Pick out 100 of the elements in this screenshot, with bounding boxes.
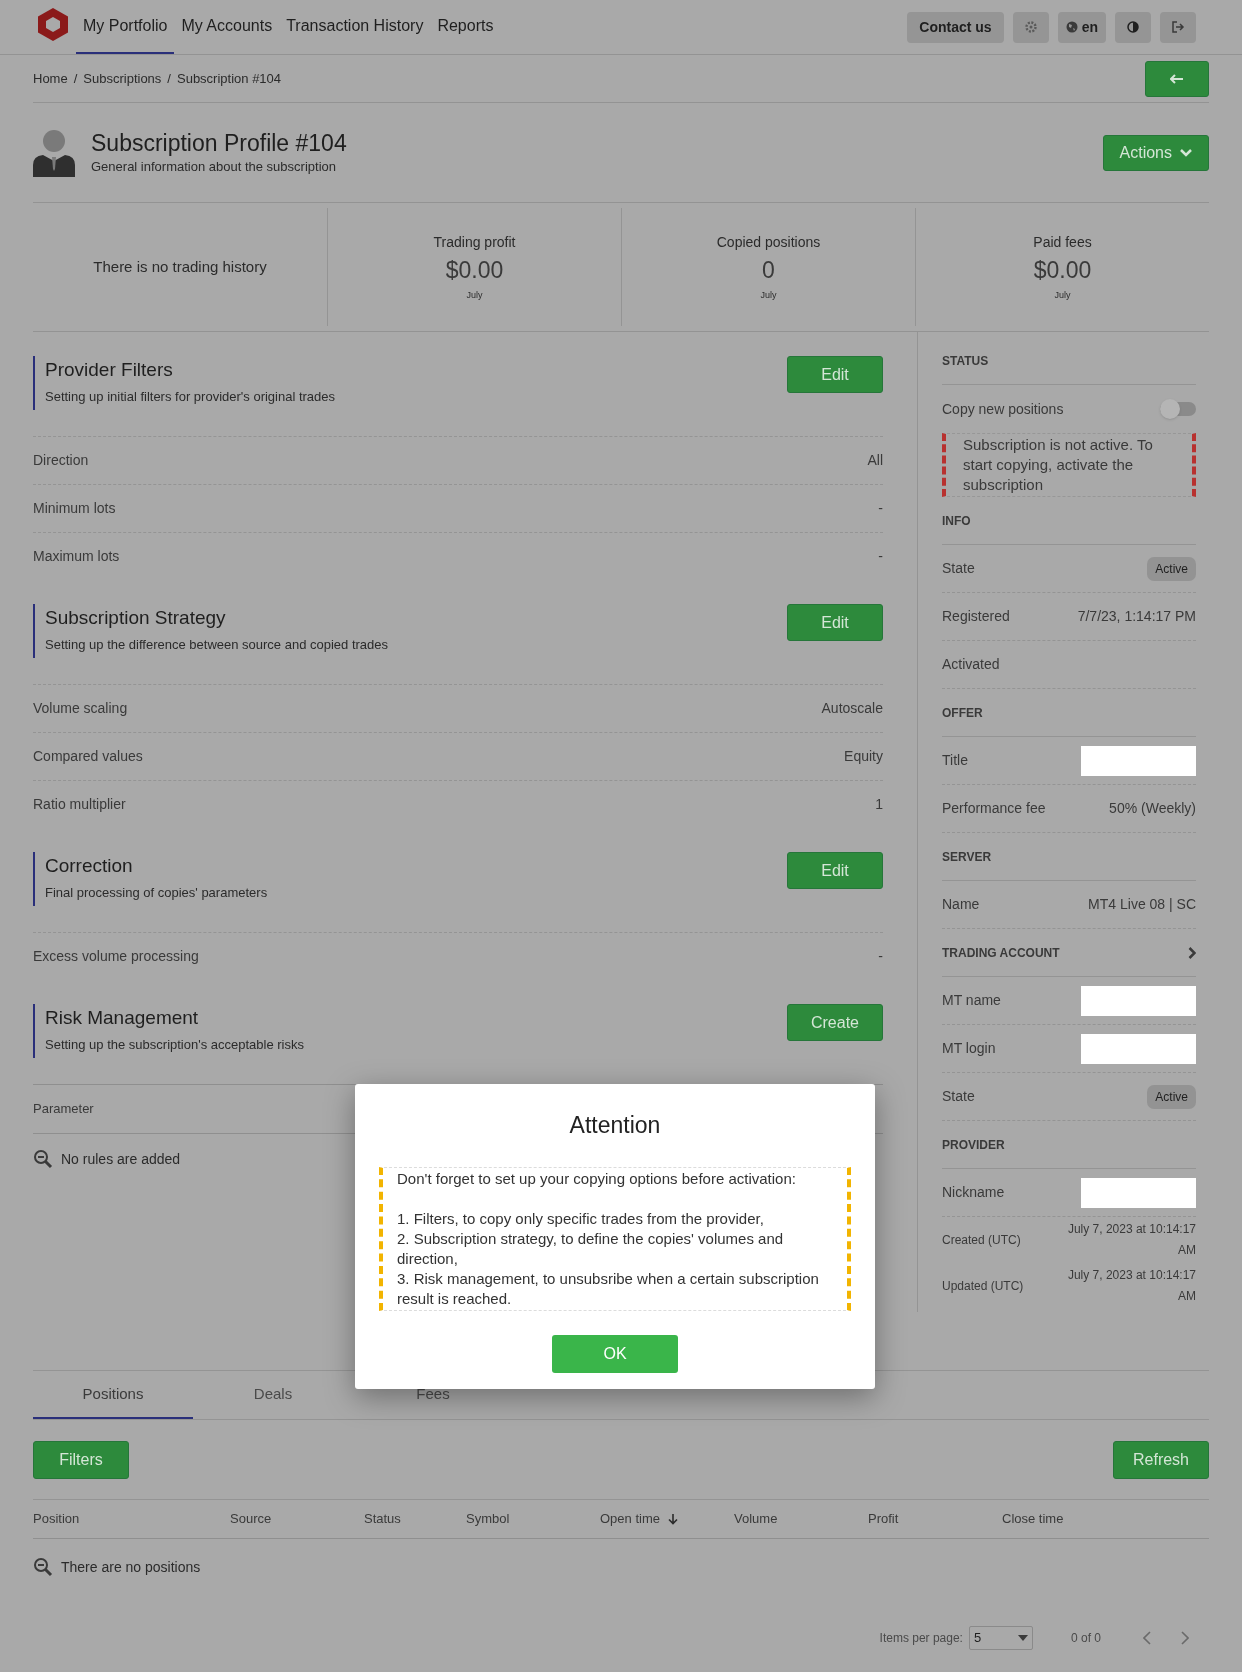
next-page-icon[interactable] <box>1181 1631 1189 1645</box>
stat-value: $0.00 <box>445 255 504 285</box>
user-avatar-icon <box>33 128 75 177</box>
state-badge: Active <box>1147 1084 1196 1109</box>
meta-value: July 7, 2023 at 10:14:17 AM <box>1066 1221 1196 1259</box>
nav-link[interactable]: My Accounts <box>174 0 280 54</box>
dialog-message: Don't forget to set up your copying options before activation: <box>397 1168 797 1189</box>
contact-button[interactable]: Contact us <box>907 11 1004 43</box>
globe-icon <box>1065 21 1078 33</box>
language-button[interactable]: en <box>1057 11 1106 43</box>
settings-button[interactable] <box>1012 11 1049 43</box>
row-label: Nickname <box>942 1183 1005 1202</box>
row-label: Title <box>942 751 968 770</box>
stat-period: July <box>466 288 483 302</box>
dialog-list-item: 2. Subscription strategy, to define the copies' volumes and direction, <box>397 1228 785 1269</box>
ok-button[interactable]: OK <box>552 1334 678 1373</box>
row-value: MT4 Live 08 | SC <box>1088 895 1196 914</box>
row-label: State <box>942 559 975 578</box>
edit-button[interactable]: Edit <box>787 852 883 889</box>
dropdown-caret-icon <box>1017 1635 1028 1641</box>
stat-value: $0.00 <box>1033 255 1092 285</box>
row-value: 7/7/23, 1:14:17 PM <box>1077 607 1196 626</box>
group-heading: PROVIDER <box>942 1136 1005 1154</box>
stat-value: 0 <box>762 255 775 285</box>
items-per-page-label: Items per page: <box>879 1630 963 1647</box>
row-value: - <box>878 499 883 518</box>
column-header[interactable]: Close time <box>1002 1509 1064 1529</box>
breadcrumb-link[interactable]: Subscriptions <box>83 68 162 89</box>
column-header[interactable]: Status <box>364 1509 401 1529</box>
row-label: Copy new positions <box>942 399 1064 419</box>
column-header[interactable]: Profit <box>868 1509 899 1529</box>
meta-value: July 7, 2023 at 10:14:17 AM <box>1066 1267 1196 1305</box>
refresh-button[interactable]: Refresh <box>1113 1440 1209 1479</box>
stat-period: July <box>1054 288 1071 302</box>
tab[interactable]: Positions <box>33 1371 193 1419</box>
row-label: Compared values <box>33 747 143 766</box>
row-label: MT name <box>942 991 1001 1010</box>
empty-message: No rules are added <box>61 1149 181 1169</box>
chevron-right-icon[interactable] <box>1188 946 1196 959</box>
dialog-list-item: 3. Risk management, to unsubsribe when a certain subscription result is reached. <box>397 1268 820 1309</box>
section-subtitle: Setting up initial filters for provider's original trades <box>45 388 336 406</box>
stat-period: July <box>760 288 777 302</box>
page-title: Subscription Profile #104 <box>91 128 347 157</box>
row-label: Volume scaling <box>33 699 128 718</box>
dialog-title: Attention <box>569 1111 661 1140</box>
items-per-page-select[interactable]: 5 <box>968 1626 1033 1650</box>
section-subtitle: Setting up the difference between source and copied trades <box>45 636 389 654</box>
breadcrumb-separator: / <box>73 69 78 88</box>
section-subtitle: Setting up the subscription's acceptable risks <box>45 1036 304 1054</box>
row-value: All <box>867 451 883 470</box>
row-label: Name <box>942 895 980 914</box>
back-button[interactable] <box>1145 60 1209 97</box>
stat-label: Copied positions <box>716 232 821 252</box>
empty-message: There are no positions <box>61 1557 201 1577</box>
sort-down-icon[interactable] <box>668 1513 678 1525</box>
row-label: MT login <box>942 1039 996 1058</box>
logout-button[interactable] <box>1160 11 1196 43</box>
row-label: Maximum lots <box>33 547 120 566</box>
empty-history-text: There is no trading history <box>93 256 267 277</box>
tab[interactable]: Deals <box>193 1371 353 1419</box>
breadcrumb-link[interactable]: Home <box>33 68 68 89</box>
group-heading: TRADING ACCOUNT <box>942 944 1060 962</box>
nav-link[interactable]: My Portfolio <box>76 0 175 54</box>
stat-label: Trading profit <box>433 232 516 252</box>
breadcrumb-link[interactable]: Subscription #104 <box>177 68 282 89</box>
row-value: 50% (Weekly) <box>1109 799 1196 818</box>
page-range: 0 of 0 <box>1070 1630 1101 1647</box>
group-heading: INFO <box>942 512 971 530</box>
row-value: Autoscale <box>821 699 883 718</box>
group-heading: OFFER <box>942 704 983 722</box>
theme-button[interactable] <box>1115 11 1151 43</box>
copy-toggle[interactable] <box>1160 402 1196 416</box>
section-title: Risk Management <box>45 1007 200 1029</box>
edit-button[interactable]: Edit <box>787 604 883 641</box>
section-subtitle: Final processing of copies' parameters <box>45 884 268 902</box>
meta-label: Updated (UTC) <box>942 1277 1024 1295</box>
actions-button[interactable]: Actions <box>1102 134 1209 171</box>
zoom-out-icon <box>33 1149 53 1169</box>
column-header[interactable]: Volume <box>734 1509 778 1529</box>
column-header[interactable]: Position <box>33 1509 80 1529</box>
column-header[interactable]: Symbol <box>466 1509 510 1529</box>
column-header[interactable]: Open time <box>600 1509 678 1529</box>
logo-icon <box>38 7 68 41</box>
previous-page-icon[interactable] <box>1143 1631 1151 1645</box>
row-label: State <box>942 1087 975 1106</box>
settings-icon <box>1024 21 1037 33</box>
row-value: - <box>878 547 883 566</box>
group-heading: STATUS <box>942 352 989 370</box>
edit-button[interactable]: Edit <box>787 356 883 393</box>
group-heading: SERVER <box>942 848 992 866</box>
dialog-list-item: 1. Filters, to copy only specific trades from the provider, <box>397 1208 765 1229</box>
page-subtitle: General information about the subscription <box>91 157 337 176</box>
filters-button[interactable]: Filters <box>33 1440 129 1479</box>
tab[interactable]: Fees <box>353 1371 513 1419</box>
nav-link[interactable]: Transaction History <box>279 0 431 54</box>
nav-link[interactable]: Reports <box>430 0 501 54</box>
column-header[interactable]: Source <box>230 1509 272 1529</box>
create-button[interactable]: Create <box>787 1004 883 1041</box>
row-label: Excess volume processing <box>33 947 199 966</box>
row-value: Equity <box>844 747 883 766</box>
